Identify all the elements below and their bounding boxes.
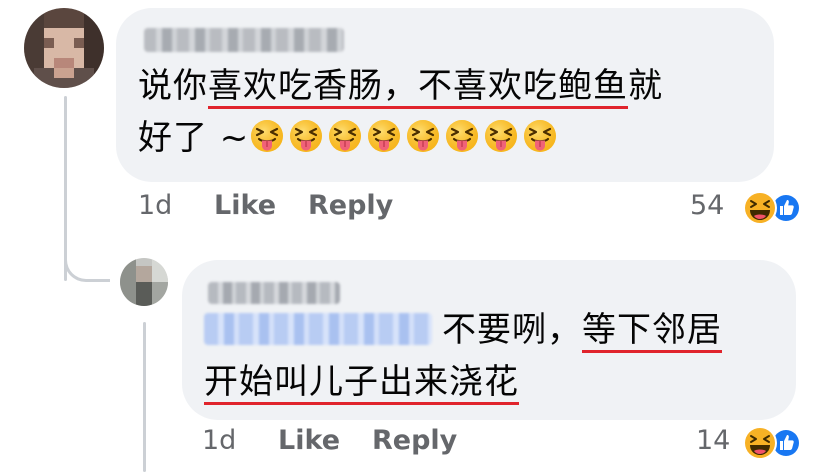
reply-bubble: 不要咧，等下邻居 开始叫儿子出来浇花 (182, 260, 796, 420)
author-name-blurred[interactable] (144, 28, 344, 52)
comment-bubble: 说你喜欢吃香肠，不喜欢吃鲍鱼就 好了 ~ (116, 8, 774, 182)
underlined-text: 喜欢吃香肠，不喜欢吃鲍鱼 (208, 66, 628, 109)
like-button[interactable]: Like (278, 425, 340, 456)
squinting-tongue-emoji-icon (290, 120, 323, 152)
underlined-text: 等下邻居 (582, 310, 722, 353)
thread-connector (64, 240, 110, 282)
author-name-blurred[interactable] (208, 282, 340, 304)
reaction-icons (743, 191, 801, 225)
reply-button[interactable]: Reply (372, 425, 457, 456)
thread-line (143, 322, 146, 472)
squinting-tongue-emoji-icon (485, 120, 518, 152)
reaction-count: 54 (690, 190, 725, 221)
comment-text: 说你喜欢吃香肠，不喜欢吃鲍鱼就 好了 ~ (138, 60, 758, 164)
squinting-tongue-emoji-icon (446, 120, 479, 152)
comment-text-segment: 说你 (138, 66, 208, 106)
mention-tag-blurred[interactable] (204, 313, 432, 345)
avatar[interactable] (120, 258, 168, 306)
squinting-tongue-emoji-icon (407, 120, 440, 152)
reply-button[interactable]: Reply (308, 190, 393, 221)
squinting-tongue-emoji-icon (368, 120, 401, 152)
comment-text-segment: 就 (628, 66, 663, 106)
avatar[interactable] (24, 8, 104, 88)
squinting-tongue-emoji-icon (524, 120, 557, 152)
reaction-count: 14 (696, 425, 731, 456)
like-button[interactable]: Like (214, 190, 276, 221)
reaction-icons (743, 426, 801, 460)
squinting-tongue-emoji-icon (251, 120, 284, 152)
emoji-row (249, 118, 561, 158)
comment-timestamp[interactable]: 1d (138, 190, 172, 221)
comment-timestamp[interactable]: 1d (202, 425, 236, 456)
underlined-text: 开始叫儿子出来浇花 (204, 362, 519, 405)
squinting-tongue-emoji-icon (329, 120, 362, 152)
haha-reaction-icon (743, 426, 777, 460)
comment-text: 不要咧，等下邻居 开始叫儿子出来浇花 (204, 304, 784, 408)
comment-text-segment: 不要咧， (442, 310, 582, 350)
haha-reaction-icon (743, 191, 777, 225)
comment-text-segment: 好了 ~ (138, 118, 250, 158)
